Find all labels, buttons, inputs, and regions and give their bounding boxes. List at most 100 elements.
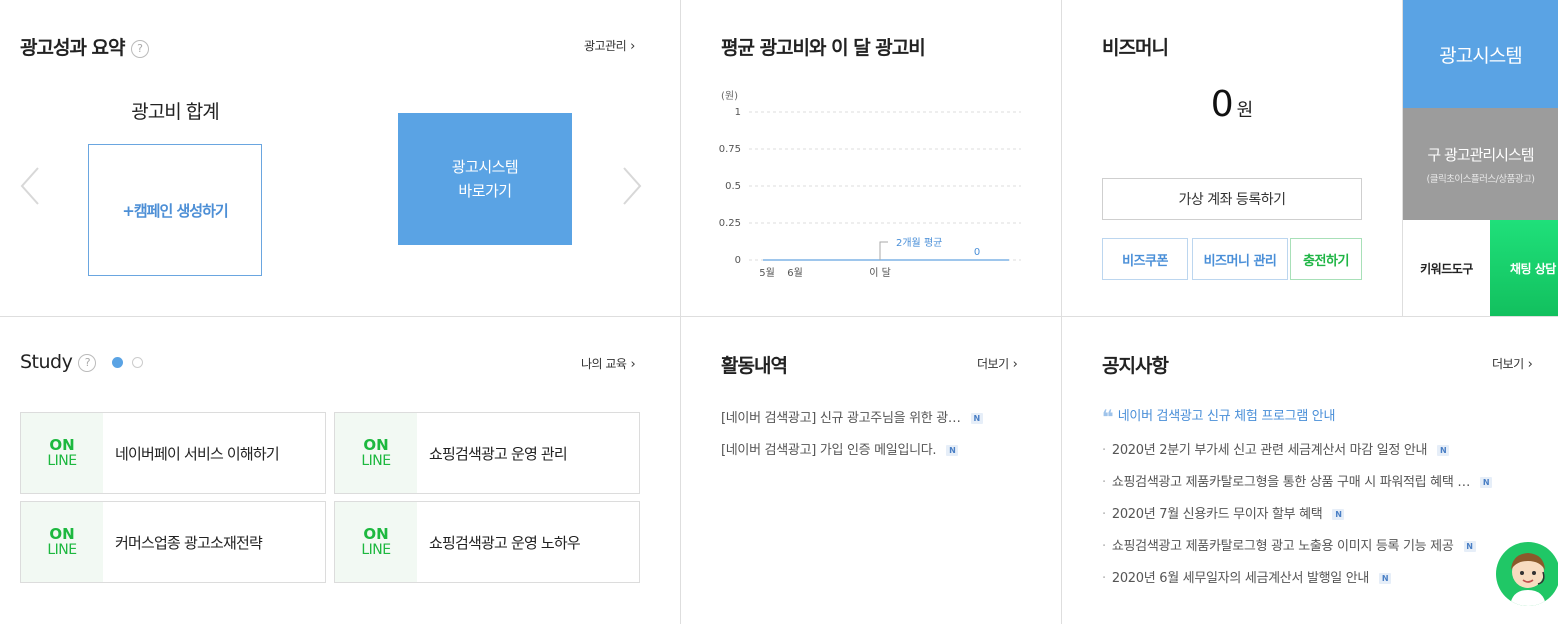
online-badge-line: LINE (361, 452, 391, 469)
my-education-link-label: 나의 교육 (581, 357, 627, 371)
study-title: Study? (20, 351, 144, 373)
course-title: 쇼핑검색광고 운영 관리 (429, 444, 568, 463)
chevron-right-icon: › (1527, 357, 1533, 372)
y-tick-label: 0.25 (719, 218, 741, 229)
chat-avatar-button[interactable] (1496, 542, 1558, 606)
next-arrow-icon[interactable] (618, 166, 644, 206)
online-badge: ON LINE (335, 502, 417, 582)
agent-avatar-icon (1510, 553, 1546, 606)
notice-item[interactable]: · 2020년 2분기 부가세 신고 관련 세금계산서 마감 일정 안내 N (1102, 439, 1450, 458)
my-education-link[interactable]: 나의 교육 › (581, 355, 636, 372)
activity-item-text: [네이버 검색광고] 가입 인증 메일입니다. (721, 443, 937, 458)
ad-system-shortcut-button[interactable]: 광고시스템 바로가기 (398, 113, 572, 245)
keyword-tool-label: 키워드도구 (1420, 261, 1473, 276)
course-title: 네이버페이 서비스 이해하기 (115, 444, 280, 463)
chevron-right-icon: › (1012, 357, 1018, 372)
bullet-icon: · (1102, 571, 1106, 586)
x-tick-label: 5월 (759, 267, 775, 279)
new-badge: N (1379, 573, 1392, 584)
y-tick-label: 1 (735, 107, 741, 118)
notice-item[interactable]: · 쇼핑검색광고 제품카탈로그형 광고 노출용 이미지 등록 기능 제공 N (1102, 535, 1476, 554)
bullet-icon: · (1102, 475, 1106, 490)
create-campaign-button[interactable]: +캠페인 생성하기 (88, 144, 262, 276)
notice-highlight-item[interactable]: ❝ 네이버 검색광고 신규 체험 프로그램 안내 (1102, 405, 1335, 429)
biz-coupon-button[interactable]: 비즈쿠폰 (1102, 238, 1188, 280)
avg-annotation-label: 2개월 평균 (896, 237, 942, 249)
course-card[interactable]: ON LINE 쇼핑검색광고 운영 노하우 (334, 501, 640, 583)
help-icon[interactable]: ? (130, 39, 149, 58)
bullet-icon: · (1102, 507, 1106, 522)
bullet-icon: · (1102, 539, 1106, 554)
notice-highlight-text: 네이버 검색광고 신규 체험 프로그램 안내 (1117, 409, 1336, 424)
old-ad-system-sublabel: (클릭초이스플러스/상품광고) (1426, 173, 1536, 185)
new-badge: N (1480, 477, 1493, 488)
carousel-dot[interactable] (132, 357, 144, 368)
x-tick-label: 6월 (787, 267, 803, 279)
x-tick-label: 이 달 (869, 267, 891, 279)
activity-item[interactable]: [네이버 검색광고] 신규 광고주님을 위한 광… N (721, 407, 983, 426)
ad-system-tile-label: 광고시스템 (1439, 44, 1522, 67)
bullet-icon: · (1102, 443, 1106, 458)
activity-more-link[interactable]: 더보기 › (977, 355, 1018, 372)
y-unit-label: (원) (721, 90, 738, 102)
old-ad-system-tile[interactable]: 구 광고관리시스템 (클릭초이스플러스/상품광고) (1403, 108, 1558, 220)
y-tick-label: 0.75 (719, 144, 741, 155)
notice-item[interactable]: · 2020년 6월 세무일자의 세금계산서 발행일 안내 N (1102, 567, 1392, 586)
bizmoney-balance: 0원 (1102, 84, 1362, 125)
notice-item-text: 쇼핑검색광고 제품카탈로그형을 통한 상품 구매 시 파워적립 혜택 … (1111, 475, 1471, 490)
chat-consult-label: 채팅 상담 (1510, 261, 1556, 276)
online-badge-on: ON (49, 435, 75, 454)
notice-item-text: 쇼핑검색광고 제품카탈로그형 광고 노출용 이미지 등록 기능 제공 (1111, 539, 1454, 554)
course-card[interactable]: ON LINE 커머스업종 광고소재전략 (20, 501, 326, 583)
notice-item[interactable]: · 쇼핑검색광고 제품카탈로그형을 통한 상품 구매 시 파워적립 혜택 … N (1102, 471, 1493, 490)
carousel-dot-active[interactable] (111, 357, 123, 368)
course-card[interactable]: ON LINE 쇼핑검색광고 운영 관리 (334, 412, 640, 494)
online-badge-on: ON (363, 524, 389, 543)
bizmoney-manage-button[interactable]: 비즈머니 관리 (1192, 238, 1288, 280)
ad-manage-link[interactable]: 광고관리 › (584, 37, 635, 54)
y-tick-label: 0.5 (725, 181, 741, 192)
notice-item-text: 2020년 6월 세무일자의 세금계산서 발행일 안내 (1111, 571, 1370, 586)
ad-system-shortcut-line1: 광고시스템 (451, 158, 519, 176)
course-card[interactable]: ON LINE 네이버페이 서비스 이해하기 (20, 412, 326, 494)
online-badge-line: LINE (47, 541, 77, 558)
bizmoney-unit: 원 (1236, 100, 1254, 121)
new-badge: N (970, 413, 983, 424)
old-ad-system-label: 구 광고관리시스템 (1427, 145, 1534, 164)
ad-system-tile[interactable]: 광고시스템 (1403, 0, 1558, 108)
ad-cost-sum-label: 광고비 합계 (131, 101, 219, 123)
ad-summary-title-text: 광고성과 요약 (20, 37, 125, 59)
bizmoney-amount: 0 (1210, 84, 1234, 125)
y-tick-label: 0 (735, 255, 741, 266)
register-virtual-account-button[interactable]: 가상 계좌 등록하기 (1102, 178, 1362, 220)
notice-item-text: 2020년 2분기 부가세 신고 관련 세금계산서 마감 일정 안내 (1111, 443, 1428, 458)
keyword-tool-tile[interactable]: 키워드도구 (1403, 220, 1490, 316)
notice-item[interactable]: · 2020년 7월 신용카드 무이자 할부 혜택 N (1102, 503, 1345, 522)
ad-summary-title: 광고성과 요약? (20, 33, 149, 60)
activity-item-text: [네이버 검색광고] 신규 광고주님을 위한 광… (721, 411, 961, 426)
online-badge-on: ON (363, 435, 389, 454)
notice-more-label: 더보기 (1492, 357, 1524, 371)
activity-item[interactable]: [네이버 검색광고] 가입 인증 메일입니다. N (721, 439, 959, 458)
avg-cost-chart: (원) 1 0.75 0.5 0.25 0 5월 6월 이 달 2개월 평균 0 (719, 90, 1021, 279)
new-badge: N (1463, 541, 1476, 552)
help-icon[interactable]: ? (78, 353, 97, 372)
avg-annotation-line (879, 241, 888, 260)
notice-item-text: 2020년 7월 신용카드 무이자 할부 혜택 (1111, 507, 1323, 522)
online-badge: ON LINE (335, 413, 417, 493)
chevron-right-icon: › (630, 39, 635, 54)
study-title-text: Study (20, 351, 73, 373)
notice-title: 공지사항 (1102, 355, 1169, 377)
prev-arrow-icon[interactable] (18, 166, 44, 206)
notice-more-link[interactable]: 더보기 › (1492, 355, 1533, 372)
online-badge-line: LINE (47, 452, 77, 469)
activity-title: 활동내역 (721, 355, 788, 377)
online-badge-on: ON (49, 524, 75, 543)
quote-icon: ❝ (1102, 405, 1114, 429)
charge-button[interactable]: 충전하기 (1290, 238, 1362, 280)
activity-more-label: 더보기 (977, 357, 1009, 371)
course-title: 커머스업종 광고소재전략 (115, 533, 263, 552)
ad-manage-link-label: 광고관리 (584, 39, 627, 53)
new-badge: N (1332, 509, 1345, 520)
chat-consult-tile[interactable]: 채팅 상담 (1490, 220, 1558, 316)
